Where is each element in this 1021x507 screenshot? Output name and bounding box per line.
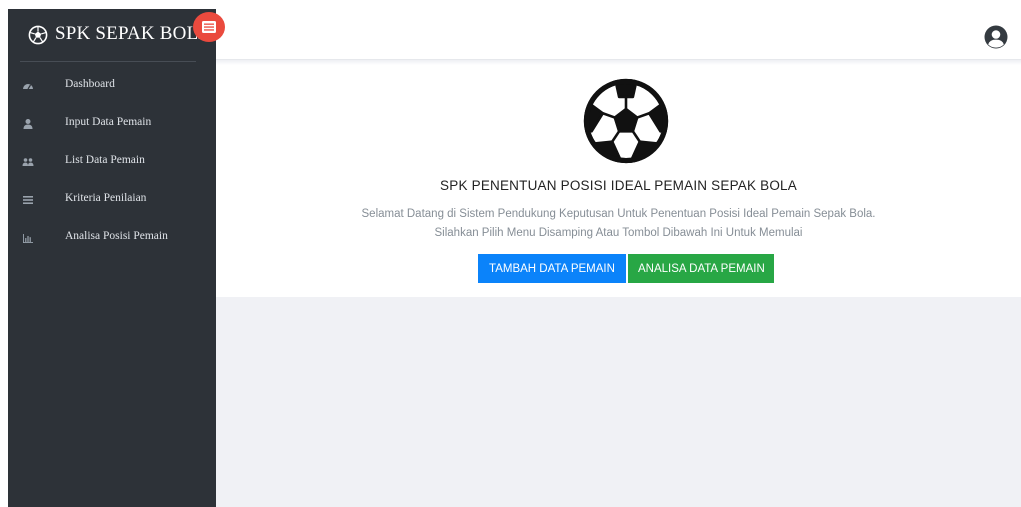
- analyze-player-button[interactable]: ANALISA DATA PEMAIN: [628, 254, 774, 283]
- sidebar-item-list-data-pemain[interactable]: List Data Pemain: [8, 143, 216, 181]
- sidebar-item-label: Input Data Pemain: [65, 116, 152, 128]
- soccer-ball-icon: [28, 25, 48, 45]
- top-bar: [216, 0, 1021, 60]
- welcome-panel: SPK PENENTUAN POSISI IDEAL PEMAIN SEPAK …: [216, 65, 1021, 297]
- sidebar-item-input-data-pemain[interactable]: Input Data Pemain: [8, 105, 216, 143]
- bar-chart-icon: [23, 234, 33, 243]
- instruction-text: Silahkan Pilih Menu Disamping Atau Tombo…: [434, 227, 803, 239]
- users-icon: [22, 158, 34, 166]
- welcome-text: Selamat Datang di Sistem Pendukung Keput…: [361, 208, 876, 220]
- sidebar: SPK SEPAK BOLA Dashboard Input Data Pema…: [8, 9, 216, 507]
- sidebar-item-label: Kriteria Penilaian: [65, 192, 147, 204]
- sidebar-toggle-button[interactable]: [193, 12, 225, 42]
- brand-title: SPK SEPAK BOLA: [55, 23, 213, 44]
- sidebar-nav: Dashboard Input Data Pemain List Data Pe…: [8, 67, 216, 257]
- brand[interactable]: SPK SEPAK BOLA: [8, 9, 216, 61]
- dashboard-icon: [23, 84, 33, 90]
- page-title: SPK PENENTUAN POSISI IDEAL PEMAIN SEPAK …: [440, 178, 797, 193]
- user-avatar-icon[interactable]: [984, 25, 1008, 49]
- sidebar-item-label: Analisa Posisi Pemain: [65, 230, 168, 242]
- sidebar-item-kriteria-penilaian[interactable]: Kriteria Penilaian: [8, 181, 216, 219]
- soccer-ball-icon: [583, 78, 669, 164]
- sidebar-item-dashboard[interactable]: Dashboard: [8, 67, 216, 105]
- brand-divider: [20, 61, 196, 62]
- menu-toggle-icon: [202, 21, 216, 33]
- sidebar-item-label: Dashboard: [65, 78, 115, 90]
- sidebar-item-analisa-posisi-pemain[interactable]: Analisa Posisi Pemain: [8, 219, 216, 257]
- add-player-button[interactable]: TAMBAH DATA PEMAIN: [478, 254, 626, 283]
- sidebar-item-label: List Data Pemain: [65, 154, 145, 166]
- list-icon: [23, 196, 33, 204]
- user-icon: [23, 119, 33, 129]
